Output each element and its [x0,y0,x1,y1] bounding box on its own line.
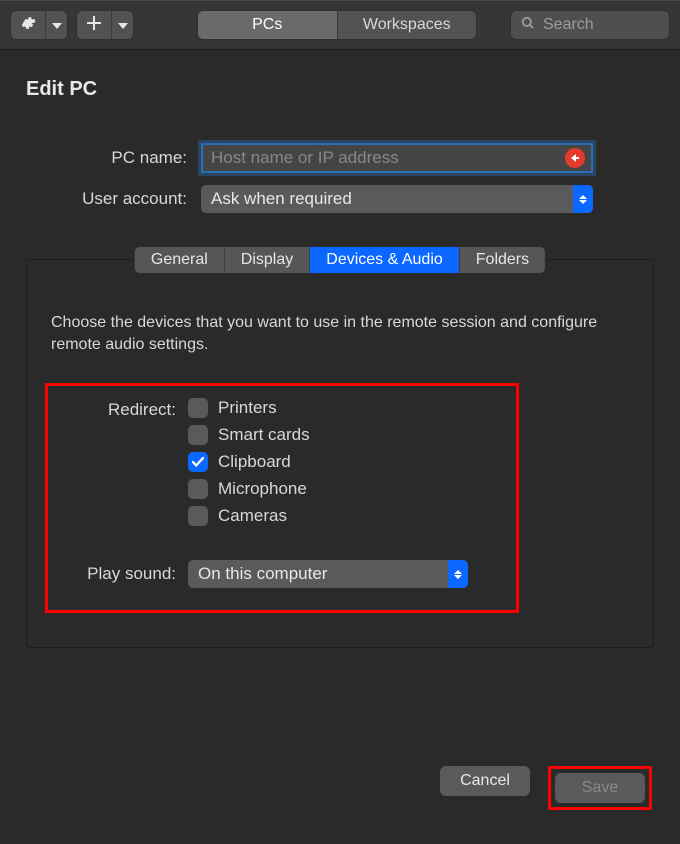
subtab-devices-audio[interactable]: Devices & Audio [309,247,459,273]
redirect-microphone[interactable]: Microphone [188,479,310,499]
row-user-account: User account: Ask when required [26,185,654,213]
stepper-icon [573,185,593,213]
chevron-down-icon [52,16,62,34]
gear-icon [20,15,36,36]
chevron-down-icon [118,16,128,34]
redirect-microphone-label: Microphone [218,479,307,499]
add-button[interactable] [77,11,111,39]
redirect-smart-cards-label: Smart cards [218,425,310,445]
subtab-display[interactable]: Display [224,247,309,273]
search-field[interactable] [510,10,670,40]
checkbox-smart-cards[interactable] [188,425,208,445]
play-sound-value: On this computer [198,564,327,584]
checkbox-cameras[interactable] [188,506,208,526]
redirect-highlight: Redirect: Printers Smart cards [45,383,519,613]
main-tab-switch: PCs Workspaces [197,10,477,40]
tab-workspaces[interactable]: Workspaces [337,11,477,39]
top-toolbar: PCs Workspaces [0,0,680,50]
save-button[interactable]: Save [555,773,645,803]
pc-name-label: PC name: [26,148,201,168]
cancel-button[interactable]: Cancel [440,766,530,796]
settings-box: General Display Devices & Audio Folders … [26,259,654,648]
play-sound-label: Play sound: [58,564,188,584]
search-icon [521,16,535,35]
pc-name-field[interactable] [201,143,593,173]
redirect-cameras-label: Cameras [218,506,287,526]
page-title: Edit PC [26,78,654,101]
save-highlight: Save [548,766,652,810]
error-icon [565,148,585,168]
devices-help-text: Choose the devices that you want to use … [51,312,629,355]
row-play-sound: Play sound: On this computer [58,560,498,588]
redirect-label: Redirect: [58,398,188,420]
user-account-label: User account: [26,189,201,209]
redirect-printers[interactable]: Printers [188,398,310,418]
edit-pc-sheet: Edit PC PC name: User account: Ask when … [0,50,680,844]
subtab-general[interactable]: General [135,247,224,273]
redirect-list: Printers Smart cards Clipboard [188,398,310,526]
redirect-printers-label: Printers [218,398,277,418]
stepper-icon [448,560,468,588]
redirect-clipboard[interactable]: Clipboard [188,452,310,472]
row-redirect: Redirect: Printers Smart cards [58,398,498,526]
footer-buttons: Cancel Save [26,766,654,844]
checkbox-microphone[interactable] [188,479,208,499]
settings-button[interactable] [11,11,45,39]
checkbox-clipboard[interactable] [188,452,208,472]
settings-button-group [10,10,68,40]
search-input[interactable] [543,16,659,34]
pc-name-input[interactable] [211,148,565,168]
plus-icon [87,16,101,35]
redirect-cameras[interactable]: Cameras [188,506,310,526]
redirect-clipboard-label: Clipboard [218,452,291,472]
user-account-value: Ask when required [211,189,352,209]
play-sound-select[interactable]: On this computer [188,560,468,588]
settings-dropdown[interactable] [45,11,67,39]
subtab-folders[interactable]: Folders [459,247,545,273]
tab-pcs[interactable]: PCs [198,11,337,39]
row-pc-name: PC name: [26,143,654,173]
user-account-select[interactable]: Ask when required [201,185,593,213]
checkbox-printers[interactable] [188,398,208,418]
add-dropdown[interactable] [111,11,133,39]
add-button-group [76,10,134,40]
redirect-smart-cards[interactable]: Smart cards [188,425,310,445]
sub-tabs: General Display Devices & Audio Folders [134,246,546,274]
